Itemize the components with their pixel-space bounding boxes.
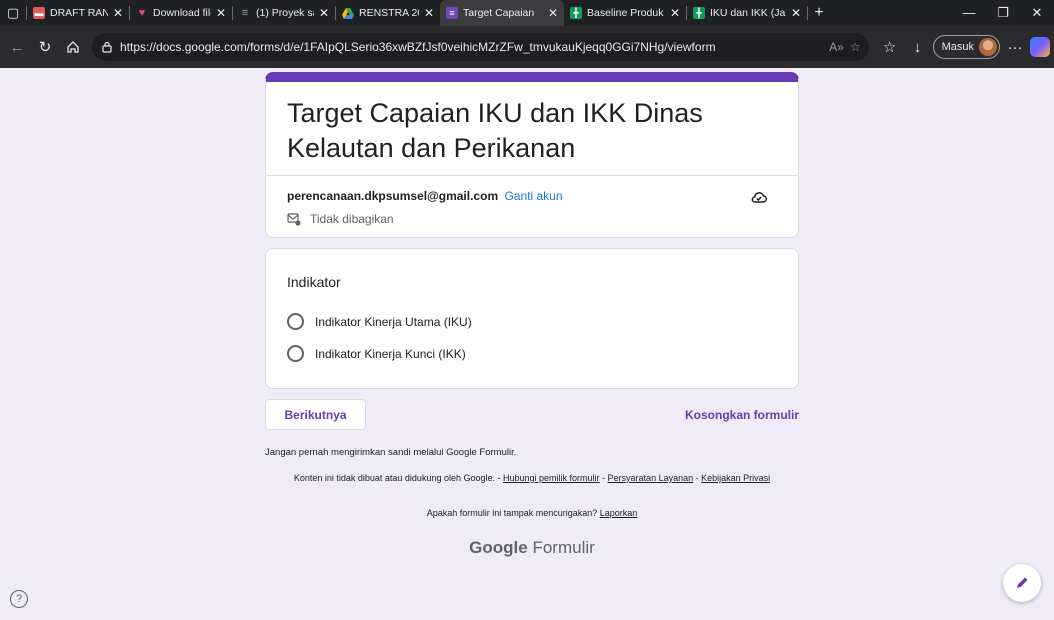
- disclaimer: Konten ini tidak dibuat atau didukung ol…: [265, 473, 799, 484]
- cloud-saved-icon: [751, 192, 767, 203]
- tab-1[interactable]: ♥ Download file | ✕: [130, 0, 232, 26]
- forms-icon: ≡: [446, 7, 458, 19]
- question-title: Indikator: [287, 274, 341, 290]
- account-line: perencanaan.dkpsumsel@gmail.com Ganti ak…: [287, 189, 563, 203]
- tab-6[interactable]: ╋ IKU dan IKK (Ja ✕: [687, 0, 807, 26]
- tab-title: Target Capaian: [463, 7, 535, 19]
- help-icon[interactable]: ?: [10, 590, 28, 608]
- heart-icon: ♥: [138, 7, 146, 19]
- more-menu-icon[interactable]: ···: [1002, 34, 1028, 60]
- password-warning: Jangan pernah mengirimkan sandi melalui …: [265, 447, 517, 458]
- edit-pencil-button[interactable]: [1003, 564, 1041, 602]
- question-card: Indikator Indikator Kinerja Utama (IKU) …: [265, 248, 799, 389]
- refresh-icon[interactable]: ↻: [32, 34, 58, 60]
- tab-close-icon[interactable]: ✕: [113, 6, 123, 20]
- document-icon: ▬: [33, 7, 45, 19]
- google-wordmark: Google: [469, 538, 528, 557]
- read-aloud-icon[interactable]: A»: [829, 40, 844, 54]
- terms-link[interactable]: Persyaratan Layanan: [608, 473, 694, 483]
- window-controls: — ❐ ✕: [952, 5, 1054, 21]
- profile-label: Masuk: [941, 41, 974, 53]
- privacy-link[interactable]: Kebijakan Privasi: [701, 473, 770, 483]
- option-ikk[interactable]: Indikator Kinerja Kunci (IKK): [287, 345, 466, 362]
- pencil-icon: [1017, 577, 1028, 588]
- tab-title: RENSTRA 2025-: [359, 7, 419, 19]
- close-window-icon[interactable]: ✕: [1020, 5, 1054, 21]
- tab-2[interactable]: ≡ (1) Proyek sa ✕: [233, 0, 335, 26]
- tab-close-icon[interactable]: ✕: [424, 6, 434, 20]
- not-shared-icon: [287, 212, 301, 226]
- tab-close-icon[interactable]: ✕: [319, 6, 329, 20]
- sheets-icon: ╋: [570, 7, 582, 19]
- minimize-icon[interactable]: —: [952, 5, 986, 21]
- url-text[interactable]: https://docs.google.com/forms/d/e/1FAIpQ…: [120, 40, 823, 54]
- sheets-icon: ╋: [693, 7, 705, 19]
- shared-status: Tidak dibagikan: [287, 212, 394, 226]
- radio-button[interactable]: [287, 345, 304, 362]
- list-icon: ≡: [241, 7, 249, 19]
- form-page: Target Capaian IKU dan IKK Dinas Kelauta…: [0, 68, 1054, 620]
- profile-button[interactable]: Masuk: [932, 35, 1000, 59]
- tab-close-icon[interactable]: ✕: [548, 6, 558, 20]
- tab-close-icon[interactable]: ✕: [670, 6, 680, 20]
- tab-actions-icon[interactable]: ▢: [0, 0, 26, 26]
- contact-owner-link[interactable]: Hubungi pemilik formulir: [503, 473, 600, 483]
- back-icon[interactable]: ←: [4, 34, 30, 60]
- option-label[interactable]: Indikator Kinerja Kunci (IKK): [315, 347, 466, 361]
- download-icon[interactable]: ↓: [905, 34, 931, 60]
- form-title: Target Capaian IKU dan IKK Dinas Kelauta…: [287, 98, 703, 163]
- form-header-card: Target Capaian IKU dan IKK Dinas Kelauta…: [265, 72, 799, 238]
- new-tab-button[interactable]: +: [808, 4, 830, 22]
- tab-bar: ▢ ▬ DRAFT RANWAI ✕ ♥ Download file | ✕ ≡…: [0, 0, 1054, 26]
- google-forms-logo[interactable]: Google Formulir: [265, 538, 799, 558]
- tab-0[interactable]: ▬ DRAFT RANWAI ✕: [27, 0, 129, 26]
- account-email: perencanaan.dkpsumsel@gmail.com: [287, 189, 499, 203]
- favorites-icon[interactable]: ☆: [877, 34, 903, 60]
- option-iku[interactable]: Indikator Kinerja Utama (IKU): [287, 313, 472, 330]
- tab-title: DRAFT RANWAI: [50, 7, 108, 19]
- restore-icon[interactable]: ❐: [986, 5, 1020, 21]
- separator: -: [599, 473, 608, 483]
- clear-form-button[interactable]: Kosongkan formulir: [685, 408, 799, 422]
- tab-close-icon[interactable]: ✕: [791, 6, 801, 20]
- option-label[interactable]: Indikator Kinerja Utama (IKU): [315, 315, 472, 329]
- lock-icon[interactable]: [100, 40, 114, 54]
- report-line: Apakah formulir ini tampak mencurigakan?…: [265, 508, 799, 518]
- disclaimer-text: Konten ini tidak dibuat atau didukung ol…: [293, 473, 503, 483]
- tab-4-active[interactable]: ≡ Target Capaian ✕: [440, 0, 564, 26]
- tab-title: Baseline Produk: [587, 7, 664, 19]
- home-icon[interactable]: [60, 34, 86, 60]
- forms-wordmark: Formulir: [532, 538, 595, 557]
- tab-title: IKU dan IKK (Ja: [710, 7, 786, 19]
- radio-button[interactable]: [287, 313, 304, 330]
- avatar: [979, 38, 997, 56]
- switch-account-link[interactable]: Ganti akun: [504, 189, 562, 203]
- header-divider: [266, 175, 798, 176]
- tab-3[interactable]: RENSTRA 2025- ✕: [336, 0, 440, 26]
- tab-close-icon[interactable]: ✕: [216, 6, 226, 20]
- favorite-star-icon[interactable]: ☆: [850, 40, 861, 54]
- tab-title: (1) Proyek sa: [256, 7, 314, 19]
- drive-icon: [342, 7, 354, 19]
- address-toolbar: ← ↻ https://docs.google.com/forms/d/e/1F…: [0, 26, 1054, 68]
- next-button[interactable]: Berikutnya: [265, 399, 366, 430]
- address-bar[interactable]: https://docs.google.com/forms/d/e/1FAIpQ…: [92, 33, 869, 61]
- tab-5[interactable]: ╋ Baseline Produk ✕: [564, 0, 686, 26]
- report-link[interactable]: Laporkan: [600, 508, 638, 518]
- shared-status-text: Tidak dibagikan: [310, 212, 394, 226]
- separator: -: [693, 473, 702, 483]
- copilot-icon[interactable]: [1030, 37, 1050, 57]
- tab-title: Download file |: [153, 7, 211, 19]
- report-text: Apakah formulir ini tampak mencurigakan?: [426, 508, 600, 518]
